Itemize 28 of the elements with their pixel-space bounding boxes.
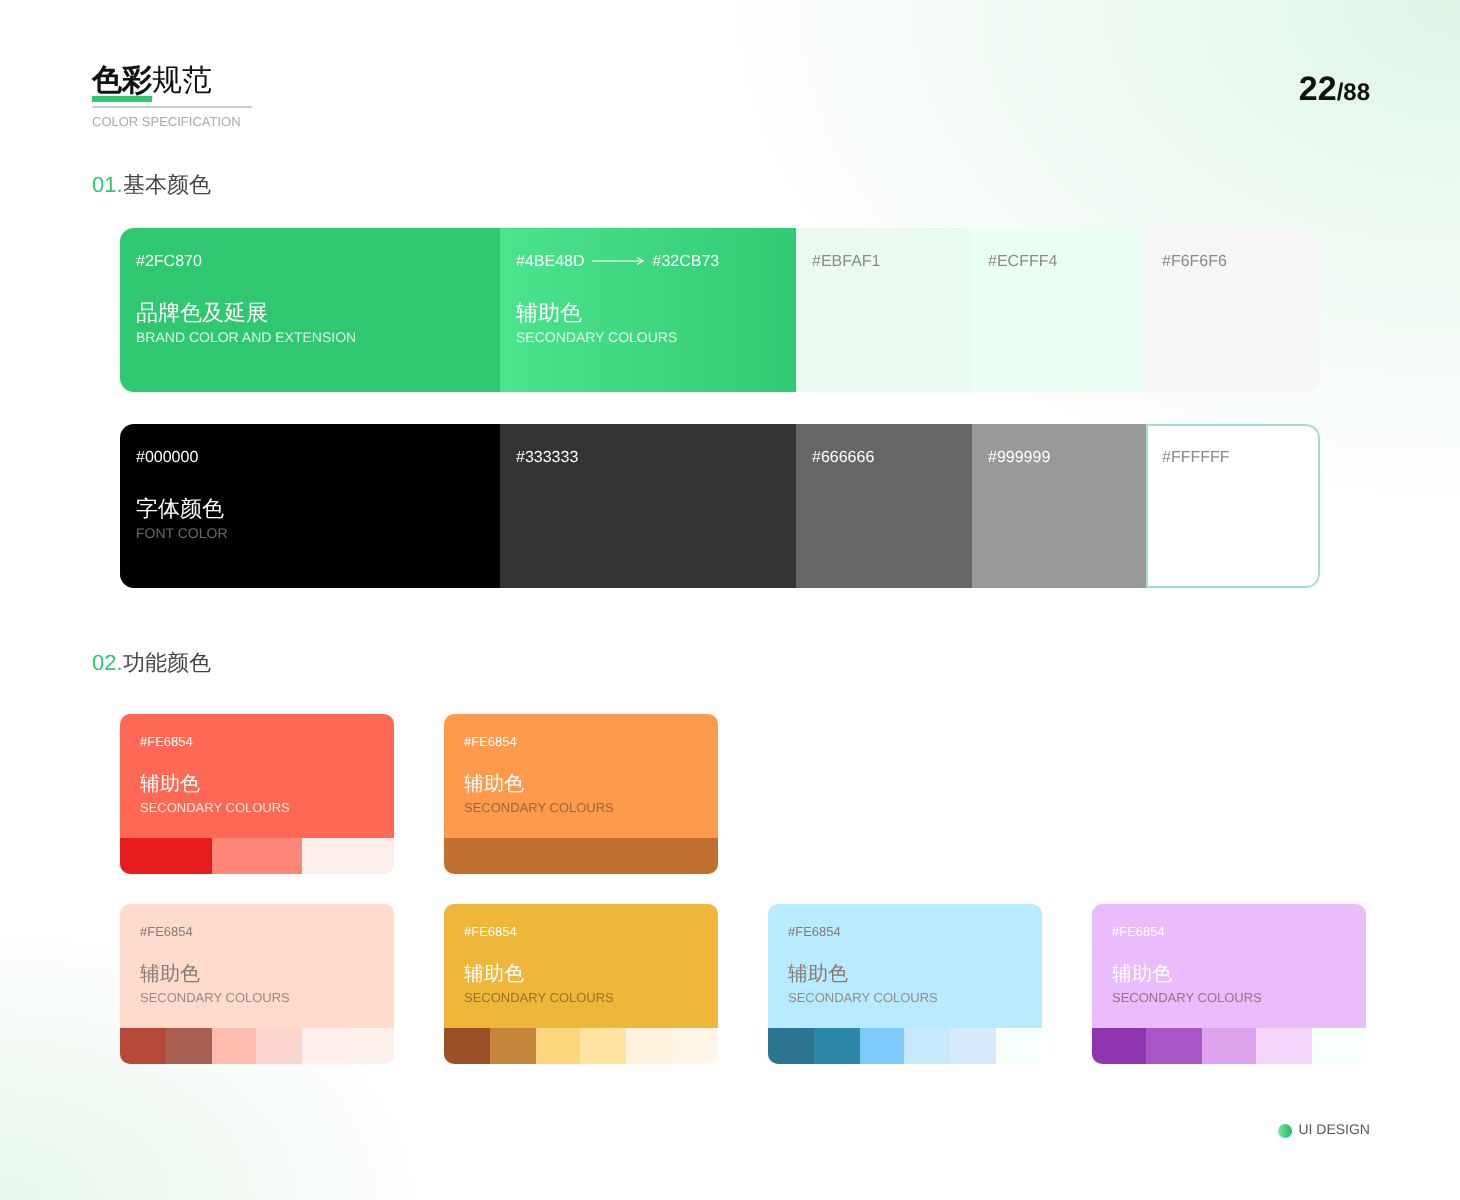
swatch-title: 辅助色 bbox=[140, 771, 202, 798]
hex-code: #666666 bbox=[812, 448, 875, 466]
hex-code: #32CB73 bbox=[652, 252, 720, 270]
page-title: 规范 bbox=[152, 66, 212, 102]
swatch-title: 品牌色及延展 bbox=[136, 300, 270, 328]
arrow-icon bbox=[590, 256, 647, 266]
swatch-title: 辅助色 bbox=[140, 961, 202, 988]
section-title: 02.功能颜色 bbox=[92, 652, 211, 676]
page-number: 22 bbox=[1298, 70, 1337, 110]
hex-code: #2FC870 bbox=[136, 252, 202, 270]
hex-code: #ECFFF4 bbox=[988, 252, 1058, 270]
hex-code: #999999 bbox=[988, 448, 1051, 466]
dot-icon bbox=[1278, 1124, 1293, 1138]
swatch-title: 辅助色 bbox=[464, 771, 526, 798]
title-highlight: 色彩 bbox=[92, 66, 152, 102]
hex-code: #EBFAF1 bbox=[812, 252, 881, 270]
section-title: 01.基本颜色 bbox=[92, 174, 211, 198]
swatch-title: 辅助色 bbox=[1112, 961, 1174, 988]
swatch-title: 辅助色 bbox=[788, 961, 850, 988]
hex-code: #000000 bbox=[136, 448, 199, 466]
hex-code: #FFFFFF bbox=[1162, 448, 1230, 466]
swatch-title: 字体颜色 bbox=[136, 495, 226, 524]
hex-code: #4BE48D bbox=[516, 252, 585, 270]
swatch-title: 辅助色 bbox=[516, 300, 584, 328]
swatch-title: 辅助色 bbox=[464, 961, 526, 988]
page-total: /88 bbox=[1336, 78, 1370, 106]
hex-code: #333333 bbox=[516, 448, 579, 466]
hex-code: #F6F6F6 bbox=[1162, 252, 1227, 270]
